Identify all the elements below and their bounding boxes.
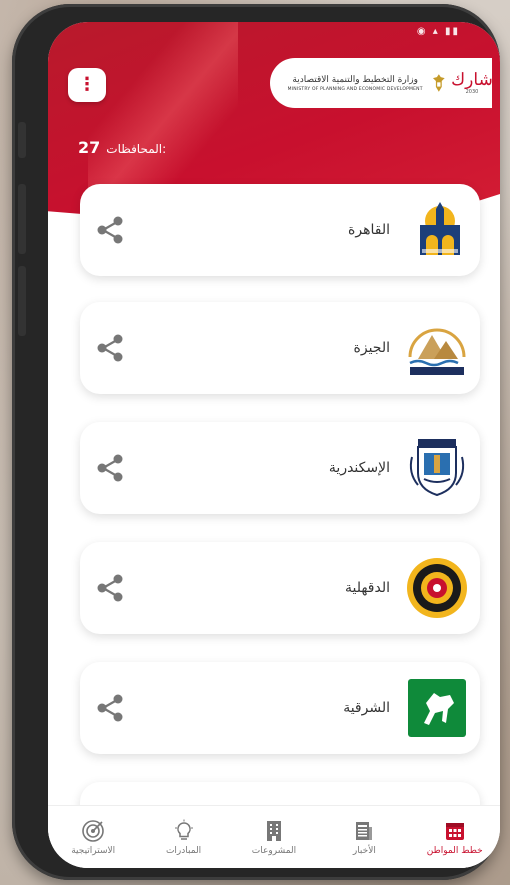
- app-screen: ◉ ▴ ▮▮ ⋮ وزارة التخطيط والتنمية الاقتصاد…: [48, 22, 500, 868]
- nav-item-strategy[interactable]: الاستراتيجية: [53, 819, 133, 856]
- governorates-count-label: المحافظات:: [106, 142, 167, 156]
- governorate-card-cairo[interactable]: القاهرة: [80, 184, 480, 276]
- cairo-emblem-icon: [420, 202, 460, 255]
- bottom-navigation: الاستراتيجية المبادرات المشروعات الأخبار…: [48, 805, 500, 868]
- nav-item-projects[interactable]: المشروعات: [234, 819, 314, 856]
- nav-label: الأخبار: [352, 845, 376, 856]
- header-logos: وزارة التخطيط والتنمية الاقتصادية MINIST…: [270, 58, 493, 108]
- governorate-name: القاهرة: [348, 222, 390, 238]
- phone-frame: ◉ ▴ ▮▮ ⋮ وزارة التخطيط والتنمية الاقتصاد…: [12, 4, 500, 880]
- share-icon[interactable]: [94, 214, 126, 246]
- status-icons: ◉ ▴ ▮▮: [416, 26, 460, 37]
- ministry-name-en: MINISTRY OF PLANNING AND ECONOMIC DEVELO…: [287, 86, 423, 92]
- governorate-name: الدقهلية: [344, 580, 390, 596]
- status-bar: ◉ ▴ ▮▮: [48, 22, 500, 44]
- nav-item-news[interactable]: الأخبار: [324, 819, 404, 856]
- giza-emblem-icon: [408, 328, 466, 375]
- governorate-name: الجيزة: [353, 340, 390, 356]
- share-icon[interactable]: [94, 572, 126, 604]
- nav-item-initiatives[interactable]: المبادرات: [144, 819, 224, 856]
- governorate-name: الإسكندرية: [328, 460, 390, 476]
- ministry-logo: وزارة التخطيط والتنمية الاقتصادية MINIST…: [282, 75, 428, 92]
- phone-side-button: [18, 266, 26, 336]
- governorate-name: الشرقية: [343, 700, 390, 716]
- app-logo-year: 2030: [465, 89, 479, 95]
- menu-button[interactable]: ⋮: [68, 68, 106, 102]
- more-vertical-icon: ⋮: [78, 74, 96, 95]
- nav-label: الاستراتيجية: [71, 845, 116, 856]
- ministry-name-ar: وزارة التخطيط والتنمية الاقتصادية: [292, 74, 418, 85]
- dakahlia-emblem-icon: [407, 558, 467, 618]
- lightbulb-icon: [174, 819, 193, 840]
- alexandria-emblem-icon: [409, 439, 465, 497]
- newspaper-icon: [356, 821, 373, 840]
- nav-item-citizen-plan[interactable]: خطط المواطن: [415, 819, 495, 856]
- share-icon[interactable]: [94, 452, 126, 484]
- phone-side-button: [18, 184, 26, 254]
- governorate-card-sharqia[interactable]: الشرقية: [80, 662, 480, 754]
- share-icon[interactable]: [94, 332, 126, 364]
- nav-label: خطط المواطن: [426, 845, 483, 856]
- building-icon: [266, 820, 281, 841]
- governorate-card-alexandria[interactable]: الإسكندرية: [80, 422, 480, 514]
- phone-side-button: [18, 122, 26, 158]
- governorates-count-value: 27: [78, 138, 101, 157]
- share-icon[interactable]: [94, 692, 126, 724]
- calendar-icon: [445, 822, 464, 840]
- app-logo: شارك 2030: [451, 70, 493, 95]
- egypt-eagle-icon: [433, 74, 446, 92]
- governorate-card-dakahlia[interactable]: الدقهلية: [80, 542, 480, 634]
- target-icon: [82, 819, 104, 842]
- governorates-count: 27 المحافظات:: [78, 138, 166, 157]
- nav-label: المشروعات: [251, 845, 297, 856]
- governorate-card-giza[interactable]: الجيزة: [80, 302, 480, 394]
- sharqia-emblem-icon: [408, 679, 466, 737]
- nav-label: المبادرات: [165, 845, 202, 856]
- app-logo-text: شارك: [451, 70, 493, 90]
